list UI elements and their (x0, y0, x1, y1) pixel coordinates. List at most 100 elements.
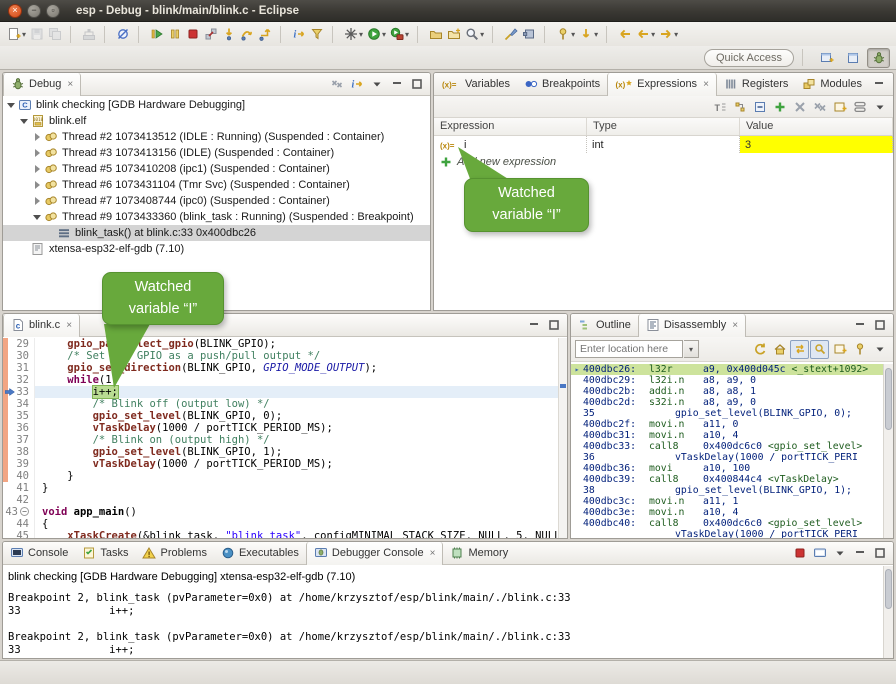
new-expression-view-button[interactable] (830, 97, 849, 116)
maximize-button[interactable] (544, 316, 563, 335)
open-resource-button[interactable] (445, 24, 463, 44)
editor-line-number[interactable]: 41 (3, 482, 35, 494)
code-text[interactable]: void app_main() (35, 506, 558, 518)
debug-tree-item[interactable]: Thread #9 1073433360 (blink_task : Runni… (3, 209, 430, 225)
maximize-button[interactable] (870, 316, 889, 335)
column-header-value[interactable]: Value (740, 118, 893, 135)
terminate-button[interactable] (184, 24, 202, 44)
expander-open-icon[interactable] (33, 213, 42, 222)
debug-button[interactable]: ▾ (342, 24, 365, 44)
editor-line[interactable]: 36 vTaskDelay(1000 / portTICK_PERIOD_MS)… (3, 422, 558, 434)
tab-memory[interactable]: Memory (443, 542, 515, 565)
minimize-button[interactable] (850, 544, 869, 563)
dropdown-arrow-icon[interactable]: ▾ (382, 30, 386, 39)
column-header-expression[interactable]: Expression (434, 118, 587, 135)
dropdown-arrow-icon[interactable]: ▾ (571, 30, 575, 39)
forward-button[interactable]: ▾ (657, 24, 680, 44)
new-wizard-button[interactable]: ▾ (5, 24, 28, 44)
view-menu-button[interactable] (870, 97, 889, 116)
editor-line-number[interactable]: 33 (3, 386, 35, 398)
show-logical-structure-button[interactable] (730, 97, 749, 116)
show-type-names-button[interactable]: T (710, 97, 729, 116)
save-button[interactable] (28, 24, 46, 44)
code-text[interactable]: gpio_pad_select_gpio(BLINK_GPIO); (35, 338, 558, 350)
editor-line[interactable]: 43−void app_main() (3, 506, 558, 518)
close-tab-icon[interactable]: × (430, 548, 436, 559)
debug-tree-item[interactable]: Thread #6 1073431104 (Tmr Svc) (Suspende… (3, 177, 430, 193)
code-text[interactable]: /* Blink on (output high) */ (35, 434, 558, 446)
console-output[interactable]: blink checking [GDB Hardware Debugging] … (3, 566, 883, 658)
breakpoint-marker[interactable] (560, 384, 566, 388)
close-tab-icon[interactable]: × (732, 320, 738, 331)
save-all-button[interactable] (46, 24, 64, 44)
tab-tasks[interactable]: Tasks (75, 542, 135, 565)
open-perspective-button[interactable] (815, 48, 838, 68)
dropdown-arrow-icon[interactable]: ▾ (405, 30, 409, 39)
minimize-button[interactable] (387, 75, 406, 94)
debug-tree-item[interactable]: Cblink checking [GDB Hardware Debugging] (3, 97, 430, 113)
view-menu-button[interactable] (367, 75, 386, 94)
step-into-button[interactable] (220, 24, 238, 44)
tab-outline[interactable]: Outline (571, 314, 638, 337)
editor-line[interactable]: 37 /* Blink on (output high) */ (3, 434, 558, 446)
tab-disassembly[interactable]: Disassembly× (638, 314, 746, 337)
refresh-button[interactable] (750, 340, 769, 359)
editor-line[interactable]: 39 vTaskDelay(1000 / portTICK_PERIOD_MS)… (3, 458, 558, 470)
remove-all-expressions-button[interactable] (810, 97, 829, 116)
tab-modules[interactable]: Modules (795, 73, 869, 96)
debug-tree-item[interactable]: 1010blink.elf (3, 113, 430, 129)
instruction-stepping-button[interactable]: i (347, 75, 366, 94)
editor-line-number[interactable]: 45 (3, 530, 35, 538)
code-text[interactable]: gpio_set_direction(BLINK_GPIO, GPIO_MODE… (35, 362, 558, 374)
disassembly-scrollbar[interactable] (883, 364, 893, 538)
tab-breakpoints[interactable]: Breakpoints (517, 73, 607, 96)
add-expression-button[interactable] (770, 97, 789, 116)
editor-line[interactable]: 44{ (3, 518, 558, 530)
code-text[interactable]: gpio_set_level(BLINK_GPIO, 1); (35, 446, 558, 458)
code-text[interactable]: while(1) (35, 374, 558, 386)
location-input[interactable] (575, 340, 683, 358)
minimize-button[interactable] (850, 316, 869, 335)
expander-closed-icon[interactable] (33, 181, 42, 190)
code-text[interactable]: { (35, 518, 558, 530)
expander-open-icon[interactable] (20, 117, 29, 126)
dropdown-arrow-icon[interactable]: ▾ (594, 30, 598, 39)
debug-tree-item[interactable]: Thread #7 1073408744 (ipc0) (Suspended :… (3, 193, 430, 209)
step-over-button[interactable] (238, 24, 256, 44)
display-console-button[interactable] (810, 544, 829, 563)
editor-line[interactable]: 41} (3, 482, 558, 494)
code-text[interactable]: /* Set the GPIO as a push/pull output */ (35, 350, 558, 362)
tab-variables[interactable]: (x)=Variables (434, 73, 517, 96)
editor-line[interactable]: 32 while(1) (3, 374, 558, 386)
collapse-all-button[interactable] (750, 97, 769, 116)
tab-console[interactable]: Console (3, 542, 75, 565)
fold-marker-icon[interactable]: − (20, 507, 29, 516)
disassembly-instruction[interactable]: 400dbc40:call80x400dc6c0 <gpio_set_level… (571, 518, 883, 529)
track-expression-button[interactable] (810, 340, 829, 359)
console-scrollbar[interactable] (883, 566, 893, 658)
dropdown-arrow-icon[interactable]: ▾ (674, 30, 678, 39)
back-button[interactable] (616, 24, 634, 44)
tab-expressions[interactable]: (x)Expressions× (607, 73, 717, 96)
tab-blink-c[interactable]: cblink.c× (3, 314, 80, 337)
run-button[interactable]: ▾ (365, 24, 388, 44)
disassembly-instruction[interactable]: 400dbc3e:movi.na10, 4 (571, 507, 883, 518)
close-tab-icon[interactable]: × (67, 79, 73, 90)
window-close-button[interactable]: × (8, 4, 22, 18)
disconnect-button[interactable] (202, 24, 220, 44)
expander-closed-icon[interactable] (33, 197, 42, 206)
code-text[interactable]: } (35, 470, 558, 482)
mark-occurrences-button[interactable]: ▾ (554, 24, 577, 44)
tab-problems[interactable]: Problems (135, 542, 213, 565)
pin-button[interactable] (850, 340, 869, 359)
disassembly-instruction[interactable]: 400dbc2f:movi.na11, 0 (571, 419, 883, 430)
sync-context-button[interactable] (790, 340, 809, 359)
editor-line-number[interactable]: 44 (3, 518, 35, 530)
use-step-filters-button[interactable] (308, 24, 326, 44)
expander-open-icon[interactable] (7, 101, 16, 110)
home-button[interactable] (770, 340, 789, 359)
disassembly-instruction[interactable]: ▸400dbc26:l32ra9, 0x400d045c <_stext+109… (571, 364, 883, 375)
view-menu-button[interactable] (870, 340, 889, 359)
editor-line[interactable]: 40 } (3, 470, 558, 482)
editor-line[interactable]: 38 gpio_set_level(BLINK_GPIO, 1); (3, 446, 558, 458)
